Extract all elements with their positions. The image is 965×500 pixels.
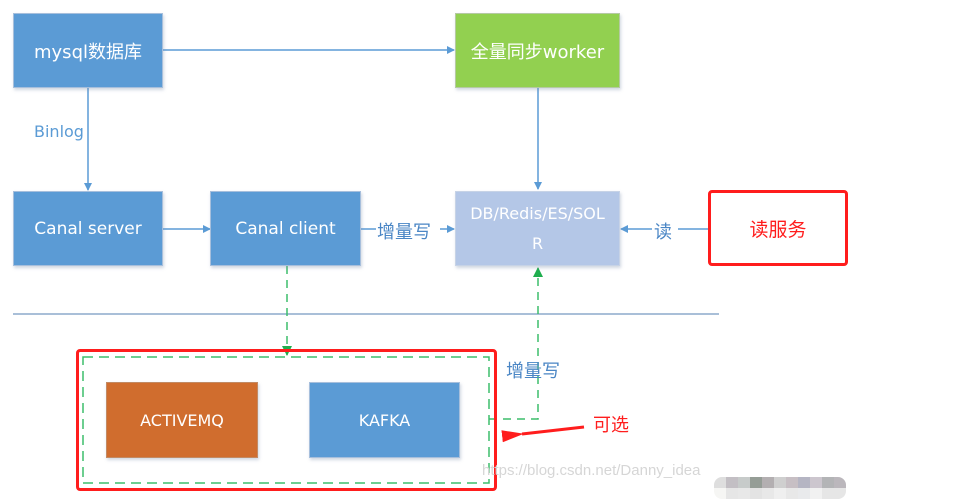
pixelated-artifact <box>714 477 846 499</box>
mysql-database-label: mysql数据库 <box>34 41 142 63</box>
binlog-edge-label: Binlog <box>34 122 84 141</box>
read-service-node[interactable]: 读服务 <box>708 190 848 266</box>
activemq-node[interactable]: ACTIVEMQ <box>106 382 258 458</box>
activemq-label: ACTIVEMQ <box>140 410 224 430</box>
canal-client-label: Canal client <box>235 218 336 239</box>
full-sync-worker-label: 全量同步worker <box>470 41 605 63</box>
storage-label-line2: R <box>531 233 544 253</box>
optional-pointer-arrow <box>501 425 585 443</box>
optional-label: 可选 <box>593 415 629 436</box>
watermark: https://blog.csdn.net/Danny_idea <box>482 462 701 479</box>
incremental-write-edge-label: 增量写 <box>377 222 431 243</box>
mq-incremental-write-label: 增量写 <box>506 361 560 382</box>
read-edge-label: 读 <box>654 222 672 243</box>
canal-client-node[interactable]: Canal client <box>210 191 361 266</box>
canal-server-node[interactable]: Canal server <box>13 191 163 266</box>
storage-label-line1: DB/Redis/ES/SOL <box>470 203 605 223</box>
storage-node[interactable]: DB/Redis/ES/SOL R <box>455 191 620 266</box>
full-sync-worker-node[interactable]: 全量同步worker <box>455 13 620 88</box>
read-service-label: 读服务 <box>749 218 807 241</box>
canal-server-label: Canal server <box>34 218 142 239</box>
kafka-node[interactable]: KAFKA <box>309 382 460 458</box>
mysql-database-node[interactable]: mysql数据库 <box>13 13 163 88</box>
kafka-label: KAFKA <box>358 410 411 430</box>
